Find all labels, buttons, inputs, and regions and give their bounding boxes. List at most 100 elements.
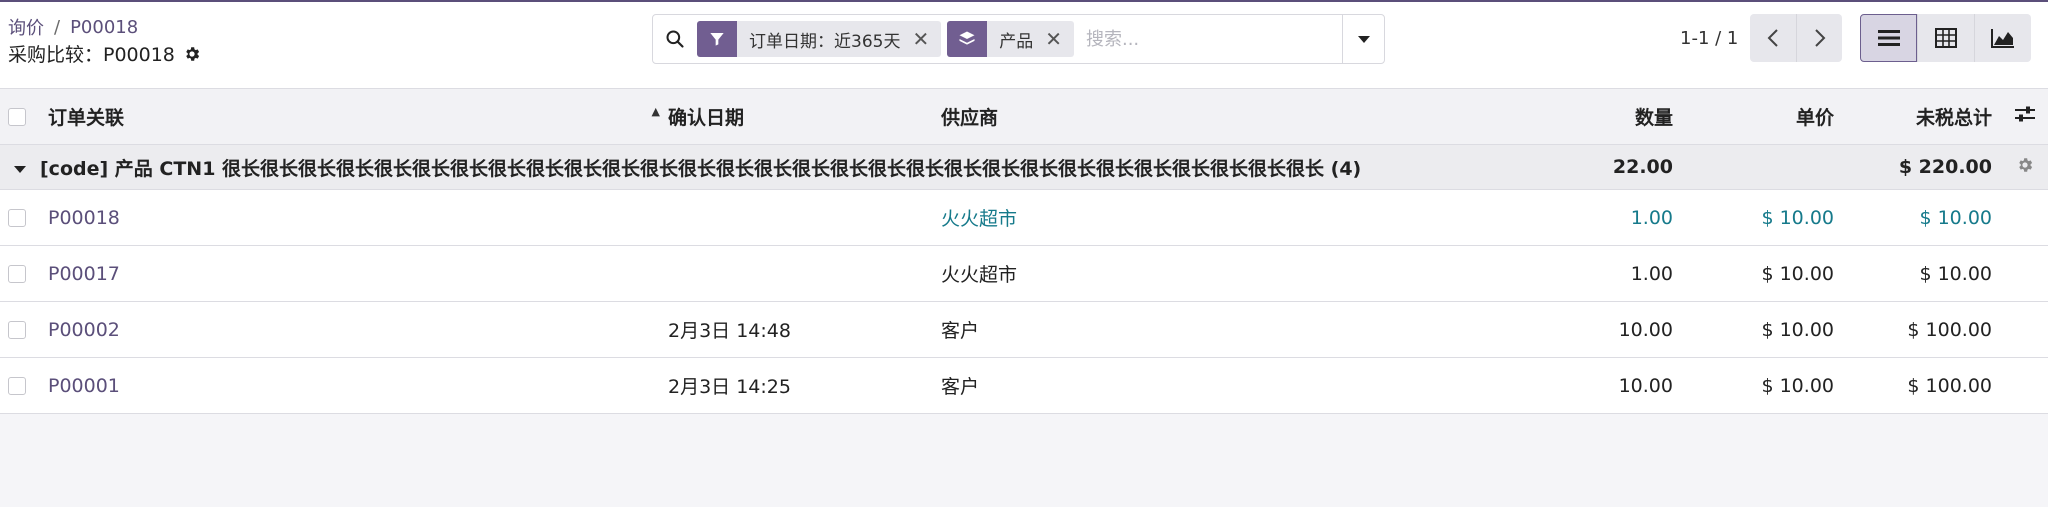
group-subtotal: $ 220.00 — [1898, 156, 1992, 178]
row-date — [668, 190, 941, 246]
table-grid-icon — [1935, 28, 1957, 48]
row-qty: 1.00 — [1630, 206, 1673, 229]
breadcrumb: 询价 / P00018 — [8, 14, 138, 40]
group-qty: 22.00 — [1612, 156, 1673, 178]
column-header-label: 未税总计 — [1915, 107, 1992, 129]
chevron-right-icon — [1815, 29, 1826, 47]
page-title: 采购比较：P00018 — [8, 40, 201, 67]
table-row[interactable]: P00002 2月3日 14:48 客户 10.00 $ 10.00 $ 100… — [0, 301, 2048, 358]
close-icon[interactable]: ✕ — [1045, 27, 1074, 51]
table-row[interactable]: P00018 火火超市 1.00 $ 10.00 $ 10.00 — [0, 189, 2048, 246]
list-icon — [1877, 30, 1900, 46]
sliders-icon — [2015, 106, 2035, 122]
breadcrumb-separator: / — [54, 16, 61, 38]
group-label: [code] 产品 CTN1 很长很长很长很长很长很长很长很长很长很长很长很长很… — [40, 157, 1362, 180]
row-select-cell — [0, 358, 38, 414]
pager: 1-1 / 1 — [1680, 14, 1843, 62]
column-header-label: 确认日期 — [668, 107, 745, 129]
close-icon[interactable]: ✕ — [912, 27, 941, 51]
table-header-row: 订单关联 ▲ 确认日期 供应商 数量 单价 未税总计 — [0, 88, 2048, 145]
list-view-button[interactable] — [1860, 14, 1917, 62]
row-price: $ 10.00 — [1761, 262, 1834, 285]
group-label-cell: [code] 产品 CTN1 很长很长很长很长很长很长很长很长很长很长很长很长很… — [0, 145, 1461, 190]
column-header-subtotal[interactable]: 未税总计 — [1842, 89, 2002, 145]
column-header-price[interactable]: 单价 — [1681, 89, 1842, 145]
caret-down-icon — [14, 165, 26, 173]
row-select-cell — [0, 302, 38, 358]
column-header-date[interactable]: 确认日期 — [668, 89, 941, 145]
search-bar: 订单日期：近365天 ✕ 产品 ✕ — [652, 14, 1385, 64]
gear-icon[interactable] — [2016, 156, 2034, 174]
optional-columns-toggle[interactable] — [2002, 89, 2048, 145]
row-checkbox[interactable] — [8, 377, 26, 395]
row-subtotal: $ 100.00 — [1907, 374, 1992, 397]
row-select-cell — [0, 246, 38, 302]
sort-up-icon: ▲ — [651, 105, 660, 118]
row-price: $ 10.00 — [1761, 206, 1834, 229]
group-price — [1681, 145, 1842, 190]
row-checkbox[interactable] — [8, 321, 26, 339]
column-header-label: 订单关联 — [48, 107, 125, 129]
purchase-comparison-table: 订单关联 ▲ 确认日期 供应商 数量 单价 未税总计 [code] 产品 CTN… — [0, 88, 2048, 414]
breadcrumb-current-link[interactable]: P00018 — [70, 17, 138, 38]
row-spacer — [2002, 190, 2048, 246]
column-header-order[interactable]: 订单关联 ▲ — [38, 89, 668, 145]
chevron-left-icon — [1767, 29, 1779, 47]
layers-icon — [947, 21, 988, 57]
row-vendor: 客户 — [941, 320, 980, 342]
row-date: 2月3日 14:48 — [668, 320, 791, 342]
row-subtotal: $ 10.00 — [1919, 206, 1992, 229]
row-order[interactable]: P00017 — [38, 246, 668, 302]
row-qty: 1.00 — [1630, 262, 1673, 285]
row-checkbox[interactable] — [8, 209, 26, 227]
select-all-checkbox[interactable] — [8, 108, 26, 126]
row-order[interactable]: P00001 — [38, 358, 668, 414]
search-facet-groupby-product: 产品 ✕ — [947, 21, 1074, 57]
graph-view-button[interactable] — [1974, 14, 2031, 62]
column-header-label: 供应商 — [941, 107, 999, 129]
column-header-label: 单价 — [1795, 107, 1834, 129]
row-spacer — [2002, 302, 2048, 358]
row-vendor: 火火超市 — [941, 208, 1018, 230]
pivot-view-button[interactable] — [1917, 14, 1974, 62]
row-spacer — [2002, 246, 2048, 302]
row-subtotal: $ 100.00 — [1907, 318, 1992, 341]
search-facet-date-filter: 订单日期：近365天 ✕ — [697, 21, 942, 57]
pager-value[interactable]: 1-1 / 1 — [1680, 28, 1738, 49]
group-row[interactable]: [code] 产品 CTN1 很长很长很长很长很长很长很长很长很长很长很长很长很… — [0, 144, 2048, 190]
group-settings-cell — [2002, 145, 2048, 190]
table-row[interactable]: P00017 火火超市 1.00 $ 10.00 $ 10.00 — [0, 245, 2048, 302]
select-all-cell — [0, 89, 38, 145]
facet-label: 产品 — [999, 31, 1034, 52]
search-input[interactable] — [1079, 19, 1342, 59]
row-select-cell — [0, 190, 38, 246]
row-checkbox[interactable] — [8, 265, 26, 283]
row-subtotal: $ 10.00 — [1919, 262, 1992, 285]
search-icon[interactable] — [653, 15, 697, 63]
row-qty: 10.00 — [1618, 318, 1673, 341]
pager-previous-button[interactable] — [1750, 14, 1797, 62]
pager-next-button[interactable] — [1796, 14, 1843, 62]
row-vendor: 客户 — [941, 376, 980, 398]
row-price: $ 10.00 — [1761, 374, 1834, 397]
row-vendor: 火火超市 — [941, 264, 1018, 286]
row-order[interactable]: P00002 — [38, 302, 668, 358]
row-price: $ 10.00 — [1761, 318, 1834, 341]
table-row[interactable]: P00001 2月3日 14:25 客户 10.00 $ 10.00 $ 100… — [0, 357, 2048, 414]
caret-down-icon — [1357, 35, 1370, 43]
column-header-vendor[interactable]: 供应商 — [941, 89, 1461, 145]
facet-label: 订单日期：近365天 — [749, 31, 901, 52]
search-options-toggle[interactable] — [1342, 15, 1384, 63]
view-switcher — [1860, 14, 2031, 62]
control-panel: 询价 / P00018 采购比较：P00018 订单日期：近365天 ✕ 产品 … — [0, 2, 2048, 88]
area-chart-icon — [1991, 29, 2014, 48]
breadcrumb-parent-link[interactable]: 询价 — [8, 14, 44, 40]
page-title-text: 采购比较：P00018 — [8, 44, 175, 66]
column-header-qty[interactable]: 数量 — [1461, 89, 1681, 145]
row-qty: 10.00 — [1618, 374, 1673, 397]
row-spacer — [2002, 358, 2048, 414]
row-order[interactable]: P00018 — [38, 190, 668, 246]
gear-icon[interactable] — [183, 45, 201, 63]
row-date — [668, 246, 941, 302]
filter-icon — [697, 21, 737, 57]
